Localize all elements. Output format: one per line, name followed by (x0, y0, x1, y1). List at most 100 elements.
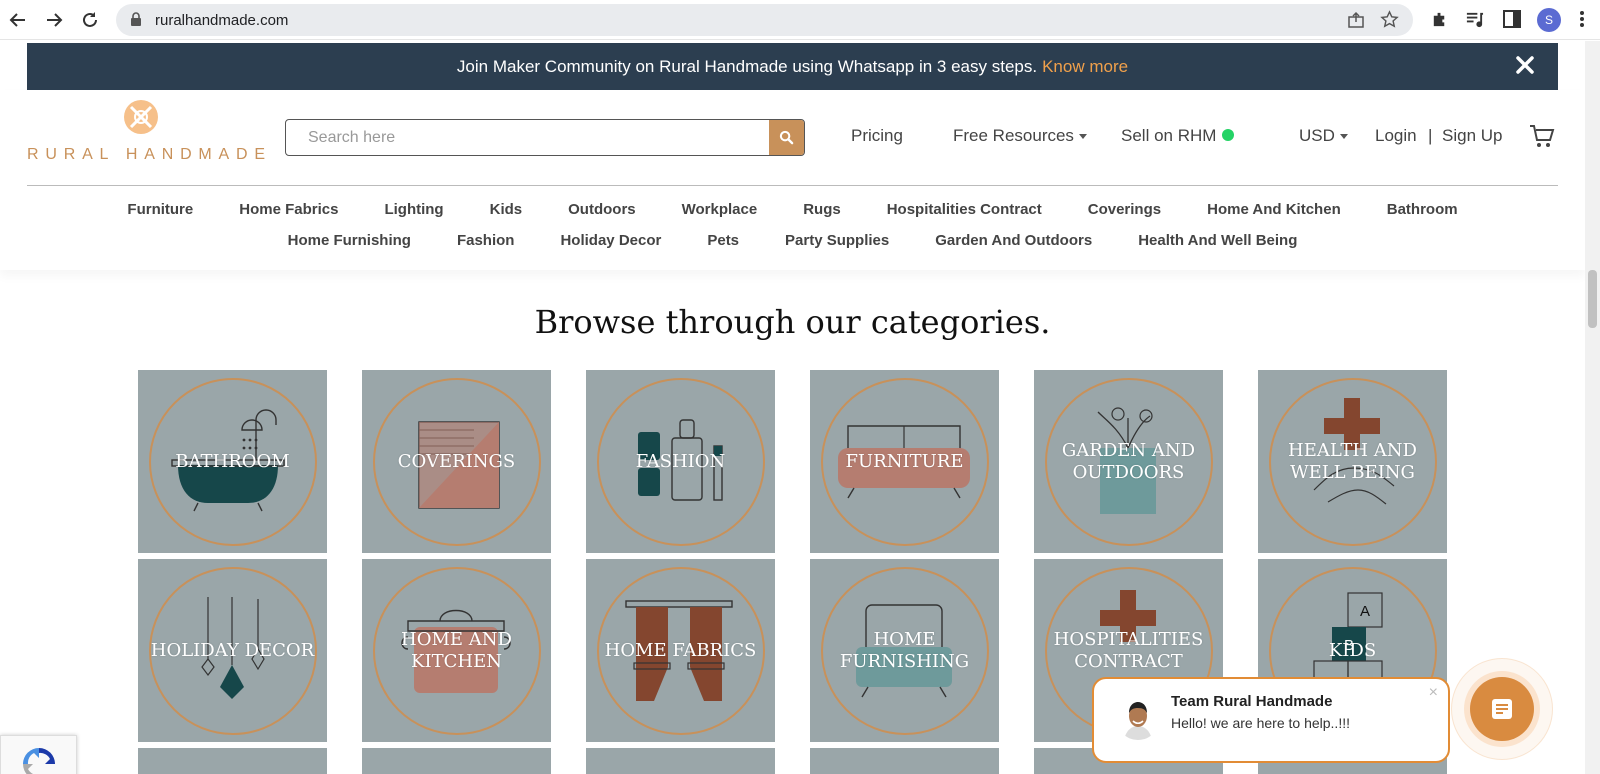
recaptcha-badge[interactable] (0, 735, 77, 774)
profile-avatar[interactable]: S (1537, 8, 1561, 32)
tile-label: FASHION (635, 450, 726, 472)
tile-label: HOLIDAY DECOR (150, 639, 315, 661)
category-tile-bathroom[interactable]: BATHROOM (138, 370, 327, 553)
sell-label: Sell on RHM (1121, 126, 1217, 145)
category-nav-link[interactable]: Furniture (127, 201, 193, 218)
address-bar[interactable]: ruralhandmade.com (116, 4, 1413, 36)
tile-label: HEALTH AND WELL BEING (1288, 439, 1417, 483)
extensions-icon[interactable] (1430, 10, 1449, 34)
header-divider (27, 185, 1558, 186)
login-link[interactable]: Login (1375, 126, 1417, 146)
category-nav-link[interactable]: Rugs (803, 201, 841, 218)
category-nav-link[interactable]: Pets (707, 232, 739, 249)
category-tile-partial[interactable] (810, 748, 999, 774)
signup-link[interactable]: Sign Up (1442, 126, 1502, 146)
category-tile-health[interactable]: HEALTH AND WELL BEING (1258, 370, 1447, 553)
category-nav-link[interactable]: Bathroom (1387, 201, 1458, 218)
category-nav-row-2: Home Furnishing Fashion Holiday Decor Pets P… (0, 225, 1585, 256)
menu-kebab-icon[interactable] (1580, 10, 1584, 33)
url-text: ruralhandmade.com (155, 12, 289, 29)
currency-dropdown[interactable]: USD (1299, 126, 1348, 146)
tile-label: HOME AND KITCHEN (401, 628, 512, 672)
sell-on-rhm-link[interactable]: Sell on RHM (1121, 126, 1235, 146)
tile-label: GARDEN AND OUTDOORS (1061, 439, 1196, 483)
free-resources-label: Free Resources (953, 126, 1074, 145)
category-nav-link[interactable]: Hospitalities Contract (887, 201, 1042, 218)
tile-label: COVERINGS (397, 450, 516, 472)
category-nav: Furniture Home Fabrics Lighting Kids Outdoor… (0, 194, 1585, 256)
separator: | (1428, 126, 1433, 145)
banner-text: Join Maker Community on Rural Handmade u… (456, 56, 1038, 76)
pricing-link[interactable]: Pricing (851, 126, 903, 146)
tile-label: HOSPITALITIES CONTRACT (1053, 628, 1204, 672)
category-nav-link[interactable]: Fashion (457, 232, 515, 249)
category-tile-partial[interactable] (138, 748, 327, 774)
chevron-down-icon (1339, 134, 1348, 140)
category-nav-link[interactable]: Garden And Outdoors (935, 232, 1092, 249)
category-tile-holiday-decor[interactable]: HOLIDAY DECOR (138, 559, 327, 742)
lock-icon (130, 12, 142, 31)
scrollbar-thumb[interactable] (1588, 270, 1597, 328)
support-avatar (1116, 696, 1160, 740)
side-panel-icon[interactable] (1503, 10, 1521, 33)
site-header: RURAL HANDMADE Pricing Free Resources Se… (0, 90, 1585, 270)
category-tile-coverings[interactable]: COVERINGS (362, 370, 551, 553)
chat-launcher-inner (1470, 677, 1534, 741)
category-tile-fashion[interactable]: FASHION (586, 370, 775, 553)
category-nav-link[interactable]: Health And Well Being (1138, 232, 1297, 249)
search-icon (779, 130, 794, 145)
category-tile-partial[interactable] (362, 748, 551, 774)
close-chat-icon[interactable]: × (1429, 684, 1438, 702)
category-nav-link[interactable]: Party Supplies (785, 232, 889, 249)
category-tile-home-fabrics[interactable]: HOME FABRICS (586, 559, 775, 742)
category-tile-partial[interactable] (586, 748, 775, 774)
category-nav-link[interactable]: Home And Kitchen (1207, 201, 1341, 218)
free-resources-dropdown[interactable]: Free Resources (953, 126, 1087, 146)
chat-popup[interactable]: Team Rural Handmade Hello! we are here t… (1092, 677, 1450, 763)
category-tile-furniture[interactable]: FURNITURE (810, 370, 999, 553)
chat-message-icon (1492, 699, 1512, 719)
bookmark-star-icon[interactable] (1380, 10, 1399, 34)
logo-text[interactable]: RURAL HANDMADE (27, 146, 272, 164)
share-icon[interactable] (1347, 11, 1365, 34)
media-control-icon[interactable] (1465, 10, 1484, 34)
recaptcha-icon (23, 748, 55, 774)
tile-label: BATHROOM (175, 450, 290, 472)
search-button[interactable] (769, 120, 804, 155)
category-nav-link[interactable]: Lighting (384, 201, 443, 218)
category-nav-row-1: Furniture Home Fabrics Lighting Kids Outdoor… (0, 194, 1585, 225)
browser-toolbar: ruralhandmade.com S (0, 0, 1600, 40)
tile-label: HOME FURNISHING (839, 628, 970, 672)
block-letter-a: A (1360, 603, 1370, 620)
page-scrollbar[interactable] (1585, 41, 1600, 774)
category-nav-link[interactable]: Coverings (1088, 201, 1161, 218)
category-tile-home-kitchen[interactable]: HOME AND KITCHEN (362, 559, 551, 742)
close-banner-icon[interactable] (1516, 56, 1534, 79)
page-title: Browse through our categories. (534, 303, 1051, 341)
category-nav-link[interactable]: Home Fabrics (239, 201, 338, 218)
category-tile-garden[interactable]: GARDEN AND OUTDOORS (1034, 370, 1223, 553)
tile-label: KIDS (1328, 639, 1377, 661)
back-icon[interactable] (6, 8, 30, 32)
logo-mark-icon[interactable] (123, 99, 159, 140)
search-input[interactable] (286, 120, 770, 155)
category-nav-link[interactable]: Kids (490, 201, 523, 218)
category-nav-link[interactable]: Workplace (682, 201, 758, 218)
chat-message: Hello! we are here to help..!!! (1171, 715, 1350, 731)
currency-label: USD (1299, 126, 1335, 145)
search-box (285, 119, 805, 156)
category-nav-link[interactable]: Holiday Decor (560, 232, 661, 249)
reload-icon[interactable] (78, 8, 102, 32)
cart-icon[interactable] (1529, 124, 1555, 153)
category-tile-home-furnishing[interactable]: HOME FURNISHING (810, 559, 999, 742)
whatsapp-icon (1222, 128, 1235, 141)
web-page: Join Maker Community on Rural Handmade u… (0, 41, 1600, 774)
category-nav-link[interactable]: Home Furnishing (288, 232, 411, 249)
chat-title: Team Rural Handmade (1171, 693, 1333, 710)
chevron-down-icon (1078, 134, 1087, 140)
category-nav-link[interactable]: Outdoors (568, 201, 636, 218)
forward-icon[interactable] (42, 8, 66, 32)
know-more-link[interactable]: Know more (1042, 57, 1128, 77)
announcement-banner: Join Maker Community on Rural Handmade u… (27, 43, 1558, 90)
chat-launcher-button[interactable] (1464, 671, 1540, 747)
